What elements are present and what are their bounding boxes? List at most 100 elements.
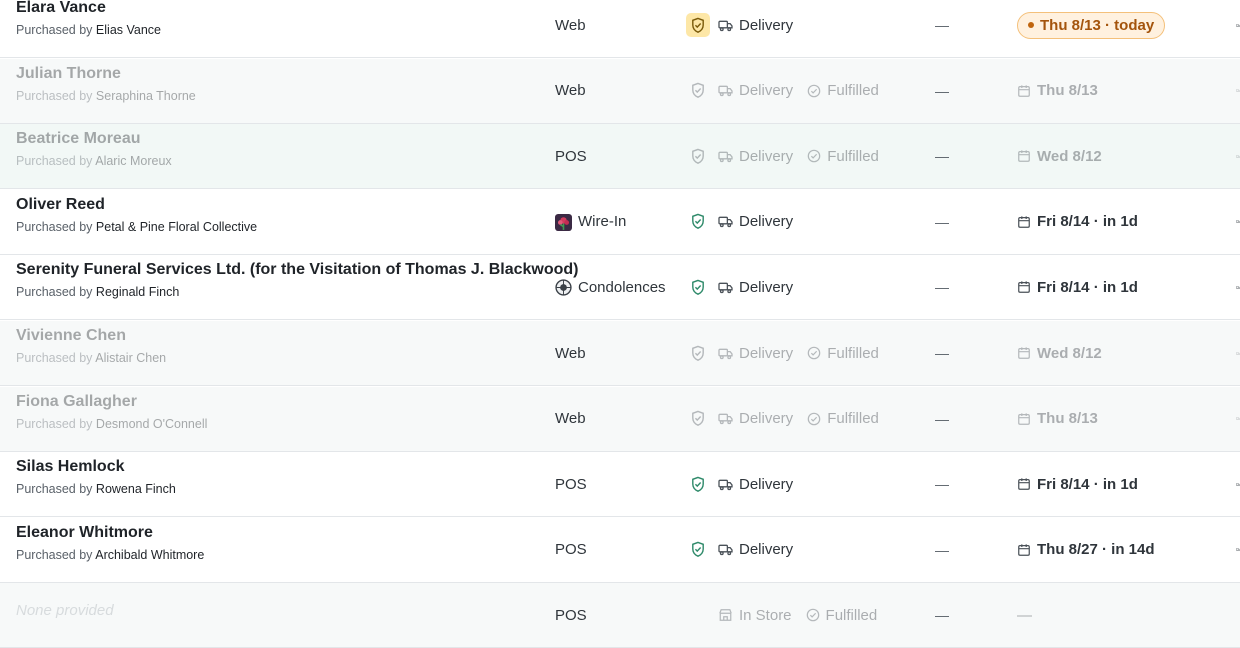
row-action-icon[interactable] bbox=[1236, 518, 1240, 582]
row-action-icon[interactable] bbox=[1236, 387, 1240, 451]
table-row[interactable]: Julian Thorne Purchased by Seraphina Thor… bbox=[0, 58, 1240, 124]
source-label: Web bbox=[555, 82, 586, 100]
shield-check-icon[interactable] bbox=[686, 472, 710, 496]
delivery-date: Wed 8/12 bbox=[1017, 124, 1102, 188]
customer-cell: Vivienne Chen Purchased by Alistair Chen bbox=[16, 327, 546, 365]
purchased-by-label: Purchased by bbox=[16, 547, 93, 562]
recipient-name[interactable]: Eleanor Whitmore bbox=[16, 524, 546, 542]
recipient-name: None provided bbox=[16, 602, 114, 620]
source-label: POS bbox=[555, 475, 587, 493]
empty-value: — bbox=[935, 410, 949, 427]
truck-icon bbox=[718, 543, 733, 556]
tags-cell: Delivery bbox=[686, 452, 807, 516]
truck-icon bbox=[718, 281, 733, 294]
shield-check-icon[interactable] bbox=[686, 79, 710, 103]
empty-value: — bbox=[935, 541, 949, 558]
shield-check-icon[interactable] bbox=[686, 13, 710, 37]
recipient-name[interactable]: Oliver Reed bbox=[16, 196, 546, 214]
customer-cell: Eleanor Whitmore Purchased by Archibald W… bbox=[16, 524, 546, 562]
buyer-name: Alistair Chen bbox=[95, 351, 167, 365]
buyer-name: Alaric Moreux bbox=[95, 154, 172, 169]
row-action-icon[interactable] bbox=[1236, 124, 1240, 188]
empty-value: — bbox=[935, 476, 949, 493]
recipient-name[interactable]: Silas Hemlock bbox=[16, 458, 546, 476]
table-row[interactable]: Elara Vance Purchased by Elias Vance Web De… bbox=[0, 0, 1240, 58]
tag-delivery: Delivery bbox=[718, 82, 793, 99]
recipient-name[interactable]: Elara Vance bbox=[16, 0, 546, 17]
row-action-icon[interactable] bbox=[1236, 190, 1240, 254]
purchased-by-label: Purchased by bbox=[16, 482, 93, 497]
check-circle-icon bbox=[807, 84, 821, 98]
delivery-date: Thu 8/13 bbox=[1017, 387, 1098, 451]
source-label: Web bbox=[555, 344, 586, 362]
delivery-date: Thu 8/13 · today bbox=[1017, 0, 1166, 57]
tag-delivery: Delivery bbox=[718, 279, 793, 296]
tag-label: Delivery bbox=[739, 475, 794, 493]
recipient-name[interactable]: Fiona Gallagher bbox=[16, 393, 546, 411]
recipient-name[interactable]: Vivienne Chen bbox=[16, 327, 546, 345]
source-cell: POS bbox=[555, 124, 587, 188]
buyer-name: Seraphina Thorne bbox=[95, 88, 196, 103]
purchased-by-label: Purchased by bbox=[16, 416, 93, 431]
truck-icon bbox=[718, 150, 733, 163]
buyer-name: Archibald Whitmore bbox=[95, 547, 205, 562]
source-label: Web bbox=[555, 410, 586, 428]
tag-delivery: Delivery bbox=[718, 476, 793, 493]
calendar-icon bbox=[1017, 346, 1031, 360]
row-action-icon[interactable] bbox=[1236, 452, 1240, 516]
empty-value: — bbox=[935, 345, 949, 361]
truck-icon bbox=[718, 215, 733, 228]
shield-check-icon[interactable] bbox=[686, 407, 710, 431]
recipient-name[interactable]: Julian Thorne bbox=[16, 65, 546, 83]
tag-delivery: Delivery bbox=[718, 148, 793, 165]
buyer-name: Desmond O'Connell bbox=[95, 416, 208, 431]
delivery-date: Fri 8/14 · in 1d bbox=[1017, 190, 1138, 254]
calendar-icon bbox=[1017, 215, 1031, 229]
tag-label: Fulfilled bbox=[825, 606, 878, 624]
row-action-icon[interactable] bbox=[1236, 59, 1240, 123]
tags-cell: Delivery Fulfilled bbox=[686, 59, 893, 123]
table-row[interactable]: Silas Hemlock Purchased by Rowena Finch PO… bbox=[0, 452, 1240, 518]
row-action-icon[interactable] bbox=[1236, 255, 1240, 319]
source-cell: Wire-In bbox=[555, 190, 626, 254]
tag-label: Fulfilled bbox=[827, 410, 879, 428]
truck-icon bbox=[718, 347, 733, 360]
truck-icon bbox=[718, 84, 733, 97]
table-row[interactable]: Vivienne Chen Purchased by Alistair Chen W… bbox=[0, 321, 1240, 386]
check-circle-icon bbox=[806, 608, 820, 622]
customer-cell: None provided bbox=[16, 602, 546, 620]
shield-check-icon[interactable] bbox=[686, 144, 710, 168]
tag-delivery: Delivery bbox=[718, 541, 793, 558]
table-row[interactable]: None provided POS In Store Fulfilled — — bbox=[0, 583, 1240, 648]
calendar-icon bbox=[1017, 477, 1031, 491]
date-text: Wed 8/12 bbox=[1037, 147, 1102, 165]
source-cell: POS bbox=[555, 452, 587, 516]
tag-delivery: Delivery bbox=[718, 17, 793, 34]
shield-check-icon[interactable] bbox=[686, 275, 710, 299]
buyer-name: Rowena Finch bbox=[95, 482, 176, 497]
recipient-name[interactable]: Serenity Funeral Services Ltd. (for the … bbox=[16, 261, 579, 279]
source-label: POS bbox=[555, 606, 587, 624]
shield-check-icon[interactable] bbox=[686, 341, 710, 365]
table-row[interactable]: Oliver Reed Purchased by Petal & Pine Flo… bbox=[0, 190, 1240, 255]
date-text: Thu 8/13 bbox=[1037, 410, 1098, 428]
recipient-name[interactable]: Beatrice Moreau bbox=[16, 130, 546, 148]
purchased-by: Purchased by Rowena Finch bbox=[16, 482, 546, 496]
table-row[interactable]: Fiona Gallagher Purchased by Desmond O'Co… bbox=[0, 386, 1240, 452]
tag-label: Delivery bbox=[739, 16, 794, 34]
table-row[interactable]: Serenity Funeral Services Ltd. (for the … bbox=[0, 255, 1240, 321]
shield-check-icon[interactable] bbox=[686, 210, 710, 234]
row-action-icon[interactable] bbox=[1236, 321, 1240, 385]
tag-fulfilled: Fulfilled bbox=[807, 82, 879, 99]
delivery-date: Thu 8/13 bbox=[1017, 59, 1098, 123]
shield-check-icon[interactable] bbox=[686, 538, 710, 562]
customer-cell: Oliver Reed Purchased by Petal & Pine Flo… bbox=[16, 196, 546, 234]
truck-icon bbox=[718, 478, 733, 491]
table-row[interactable]: Beatrice Moreau Purchased by Alaric Moreu… bbox=[0, 124, 1240, 190]
table-row[interactable]: Eleanor Whitmore Purchased by Archibald W… bbox=[0, 518, 1240, 583]
source-label: Wire-In bbox=[578, 213, 627, 231]
empty-value: — bbox=[935, 213, 949, 230]
purchased-by: Purchased by Seraphina Thorne bbox=[16, 89, 546, 103]
purchased-by: Purchased by Reginald Finch bbox=[16, 285, 546, 299]
row-action-icon[interactable] bbox=[1236, 0, 1240, 57]
